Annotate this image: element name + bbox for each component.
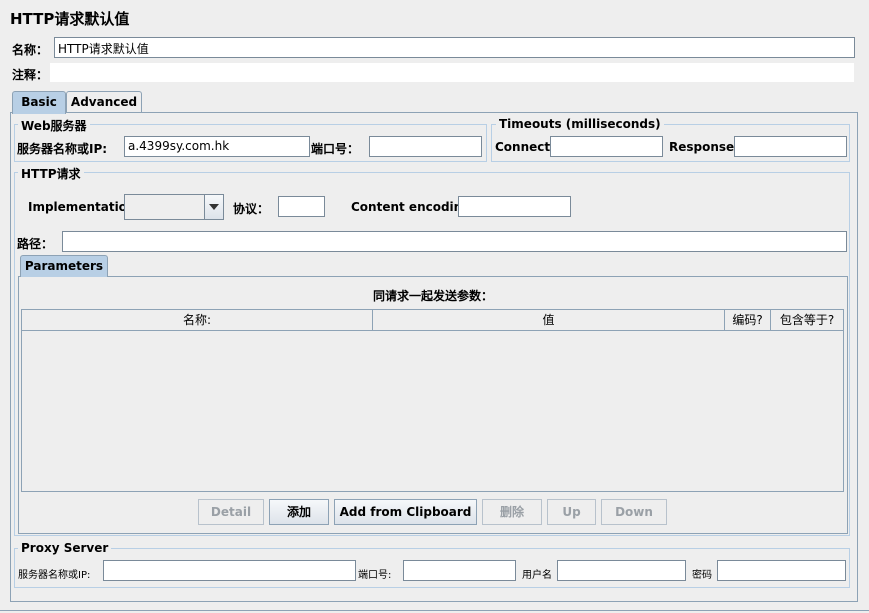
detail-button[interactable]: Detail [198, 499, 264, 525]
proxy-password-input[interactable] [717, 560, 846, 581]
down-button[interactable]: Down [601, 499, 667, 525]
proxy-port-label: 端口号: [358, 570, 392, 581]
tab-advanced[interactable]: Advanced [66, 91, 142, 113]
proxy-server-label: 服务器名称或IP: [18, 570, 91, 581]
name-input[interactable]: HTTP请求默认值 [54, 37, 855, 58]
add-button[interactable]: 添加 [269, 499, 329, 525]
web-server-legend: Web服务器 [18, 117, 90, 134]
comment-input[interactable] [49, 62, 855, 83]
delete-button[interactable]: 删除 [482, 499, 542, 525]
column-header-name[interactable]: 名称: [22, 310, 373, 330]
http-request-legend: HTTP请求 [18, 165, 84, 182]
column-header-include-equals[interactable]: 包含等于? [771, 310, 843, 330]
column-header-encode[interactable]: 编码? [725, 310, 771, 330]
path-input[interactable] [62, 231, 847, 252]
server-name-label: 服务器名称或IP: [17, 142, 108, 156]
server-name-input[interactable]: a.4399sy.com.hk [124, 136, 310, 157]
tab-parameters[interactable]: Parameters [20, 255, 108, 277]
proxy-server-input[interactable] [103, 560, 356, 581]
proxy-password-label: 密码 [692, 570, 712, 581]
tab-basic[interactable]: Basic [12, 91, 66, 114]
proxy-port-input[interactable] [403, 560, 516, 581]
port-input[interactable] [369, 136, 482, 157]
up-button[interactable]: Up [547, 499, 596, 525]
port-label: 端口号： [311, 142, 360, 156]
comment-label: 注释： [12, 68, 49, 82]
connect-input[interactable] [550, 136, 663, 157]
name-label: 名称： [12, 43, 49, 57]
timeouts-legend: Timeouts (milliseconds) [496, 117, 664, 131]
parameters-heading: 同请求一起发送参数： [372, 289, 493, 303]
path-label: 路径： [17, 237, 54, 251]
content-encoding-label: Content encoding: [351, 200, 476, 214]
connect-label: Connect: [495, 140, 555, 154]
proxy-server-legend: Proxy Server [18, 541, 112, 555]
proxy-username-input[interactable] [557, 560, 686, 581]
protocol-label: 协议： [233, 202, 270, 216]
content-encoding-input[interactable] [458, 196, 571, 217]
proxy-username-label: 用户名 [522, 570, 552, 581]
implementation-select[interactable] [124, 194, 224, 220]
protocol-input[interactable] [278, 196, 325, 217]
page-title: HTTP请求默认值 [10, 10, 130, 28]
chevron-down-icon[interactable] [204, 195, 223, 219]
parameters-table[interactable]: 名称: 值 编码? 包含等于? [21, 309, 844, 492]
column-header-value[interactable]: 值 [373, 310, 725, 330]
add-from-clipboard-button[interactable]: Add from Clipboard [334, 499, 477, 525]
response-label: Response: [669, 140, 739, 154]
bottom-divider [0, 610, 869, 611]
response-input[interactable] [734, 136, 847, 157]
table-header: 名称: 值 编码? 包含等于? [22, 310, 843, 331]
